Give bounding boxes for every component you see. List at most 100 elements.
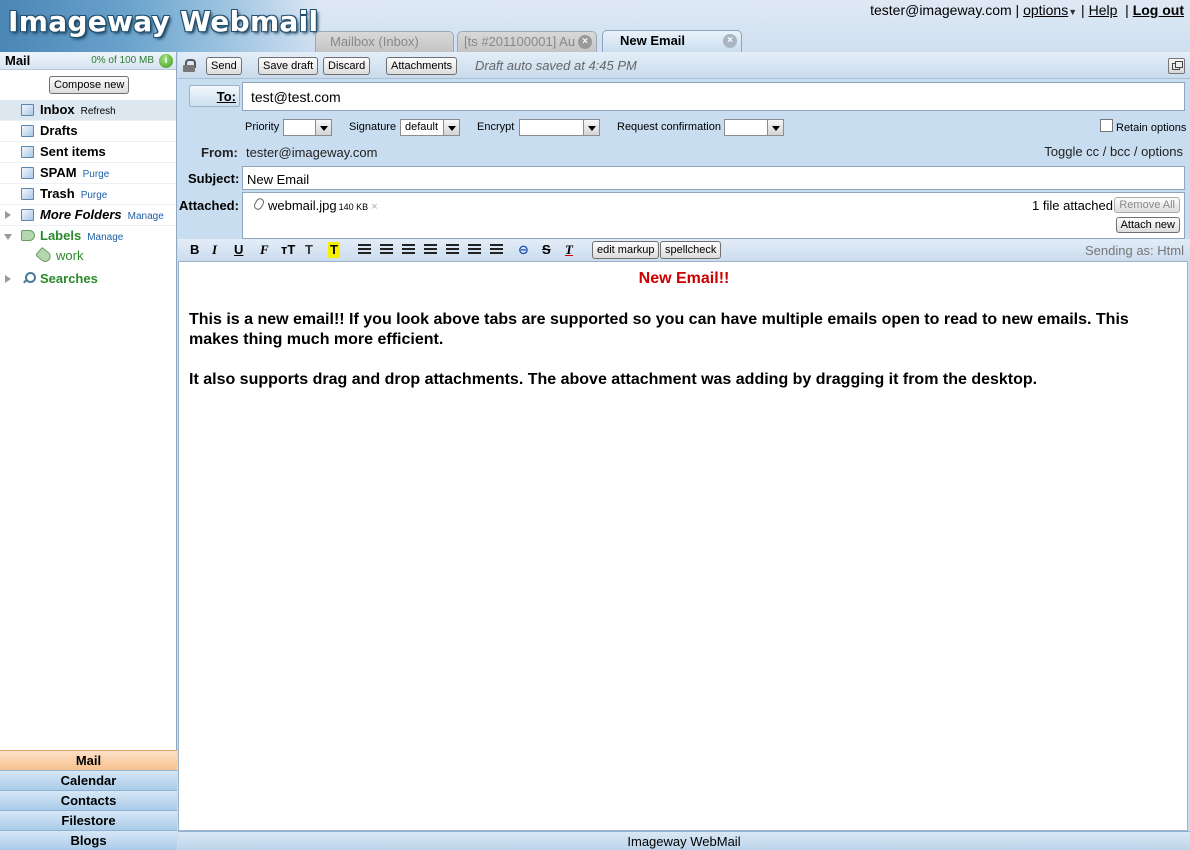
edit-markup-button[interactable]: edit markup: [592, 241, 660, 259]
sidebar-item-labels[interactable]: Labels Manage: [0, 226, 176, 247]
tab-close-icon[interactable]: ×: [723, 34, 737, 48]
logout-link[interactable]: Log out: [1133, 2, 1184, 18]
encrypt-select[interactable]: [519, 119, 600, 136]
highlight-button[interactable]: T: [328, 242, 340, 258]
collapse-arrow-icon[interactable]: [4, 234, 12, 240]
quota-info-icon[interactable]: i: [159, 54, 173, 68]
tag-icon: [35, 246, 53, 265]
align-left-icon[interactable]: [402, 244, 415, 255]
outdent-icon[interactable]: [490, 244, 503, 255]
numbered-list-icon[interactable]: [358, 244, 371, 255]
tab-label: Mailbox (Inbox): [330, 34, 419, 49]
align-right-icon[interactable]: [446, 244, 459, 255]
expand-arrow-icon[interactable]: [5, 275, 11, 283]
purge-trash-link[interactable]: Purge: [81, 190, 108, 201]
signature-value: default: [405, 121, 439, 133]
to-field-button[interactable]: To:: [189, 85, 240, 107]
attached-label: Attached:: [179, 198, 239, 213]
folder-icon: [21, 209, 34, 221]
sidebar-item-inbox[interactable]: Inbox Refresh: [0, 100, 176, 121]
bold-button[interactable]: B: [190, 242, 199, 258]
remove-attachment-icon[interactable]: ×: [371, 201, 377, 213]
attachment-item[interactable]: webmail.jpg 140 KB ×: [268, 198, 378, 213]
user-email: tester@imageway.com: [870, 2, 1012, 18]
signature-select[interactable]: default: [400, 119, 460, 136]
indent-icon[interactable]: [468, 244, 481, 255]
request-confirmation-select[interactable]: [724, 119, 784, 136]
strikethrough-button[interactable]: S: [542, 242, 551, 258]
from-value: tester@imageway.com: [246, 145, 378, 160]
lock-icon[interactable]: [183, 59, 197, 72]
bullet-list-icon[interactable]: [380, 244, 393, 255]
sidebar-item-more-folders[interactable]: More Folders Manage: [0, 205, 176, 226]
chevron-down-icon[interactable]: [583, 120, 599, 135]
mail-section-header: Mail 0% of 100 MB i: [0, 52, 176, 70]
tab-label: [ts #201100001] Au: [464, 34, 576, 49]
nav-blogs[interactable]: Blogs: [0, 830, 177, 850]
search-icon: [22, 272, 36, 284]
toggle-cc-bcc-link[interactable]: Toggle cc / bcc / options: [1044, 144, 1183, 159]
font-size-button[interactable]: тT: [281, 242, 295, 258]
manage-folders-link[interactable]: Manage: [128, 211, 164, 222]
sidebar-item-drafts[interactable]: Drafts: [0, 121, 176, 142]
attach-new-button[interactable]: Attach new: [1115, 217, 1180, 233]
signature-label: Signature: [349, 121, 397, 133]
underline-button[interactable]: U: [234, 242, 243, 258]
discard-button[interactable]: Discard: [323, 57, 371, 75]
nav-contacts[interactable]: Contacts: [0, 790, 177, 810]
chevron-down-icon[interactable]: [315, 120, 331, 135]
options-caret-icon[interactable]: ▼: [1068, 7, 1077, 17]
folder-icon: [21, 104, 34, 116]
refresh-link[interactable]: Refresh: [81, 106, 116, 117]
remove-all-button[interactable]: Remove All: [1114, 197, 1180, 213]
link-icon[interactable]: ⊖: [518, 242, 529, 258]
to-input[interactable]: test@test.com: [242, 82, 1185, 111]
subject-input[interactable]: New Email: [242, 166, 1185, 190]
tab-close-icon[interactable]: ×: [578, 35, 592, 49]
attachment-name: webmail.jpg: [268, 198, 337, 213]
label-item-work[interactable]: work: [0, 246, 176, 265]
email-paragraph: This is a new email!! If you look above …: [189, 311, 1129, 348]
sidebar-item-sent[interactable]: Sent items: [0, 142, 176, 163]
save-draft-button[interactable]: Save draft: [258, 57, 319, 75]
expand-arrow-icon[interactable]: [5, 211, 11, 219]
email-paragraph: It also supports drag and drop attachmen…: [189, 371, 1038, 388]
email-heading: New Email!!: [638, 270, 730, 287]
paperclip-icon: [252, 196, 266, 212]
options-link[interactable]: options: [1023, 2, 1068, 18]
folder-icon: [21, 167, 34, 179]
italic-button[interactable]: I: [212, 242, 217, 258]
folder-icon: [21, 125, 34, 137]
chevron-down-icon[interactable]: [767, 120, 783, 135]
help-link[interactable]: Help: [1089, 2, 1118, 18]
text-color-button[interactable]: T: [305, 242, 313, 258]
compose-new-button[interactable]: Compose new: [49, 76, 130, 94]
chevron-down-icon[interactable]: [443, 120, 459, 135]
tab-mailbox-inbox[interactable]: Mailbox (Inbox): [315, 31, 454, 52]
nav-mail[interactable]: Mail: [0, 750, 177, 770]
folder-label: Sent items: [40, 144, 106, 159]
send-button[interactable]: Send: [206, 57, 242, 75]
popout-window-icon[interactable]: [1168, 58, 1185, 74]
nav-calendar[interactable]: Calendar: [0, 770, 177, 790]
manage-labels-link[interactable]: Manage: [87, 232, 123, 243]
align-center-icon[interactable]: [424, 244, 437, 255]
retain-options-checkbox[interactable]: [1100, 119, 1113, 132]
clear-format-icon[interactable]: T: [565, 242, 573, 258]
folder-label: SPAM: [40, 165, 77, 180]
priority-select[interactable]: [283, 119, 332, 136]
font-family-button[interactable]: F: [260, 242, 269, 258]
tab-new-email[interactable]: New Email ×: [602, 30, 742, 52]
purge-spam-link[interactable]: Purge: [83, 169, 110, 180]
sidebar-item-searches[interactable]: Searches: [0, 269, 176, 290]
nav-filestore[interactable]: Filestore: [0, 810, 177, 830]
priority-label: Priority: [245, 121, 280, 133]
sidebar-item-spam[interactable]: SPAM Purge: [0, 163, 176, 184]
sidebar-item-trash[interactable]: Trash Purge: [0, 184, 176, 205]
app-footer: Imageway WebMail: [178, 831, 1190, 850]
tab-ticket[interactable]: [ts #201100001] Au ×: [457, 31, 597, 52]
attachments-button[interactable]: Attachments: [386, 57, 458, 75]
email-editor[interactable]: New Email!! This is a new email!! If you…: [178, 261, 1188, 831]
format-toolbar: B I U F тT T T ⊖ S T edit markup spellch…: [178, 239, 1190, 261]
spellcheck-button[interactable]: spellcheck: [660, 241, 722, 259]
